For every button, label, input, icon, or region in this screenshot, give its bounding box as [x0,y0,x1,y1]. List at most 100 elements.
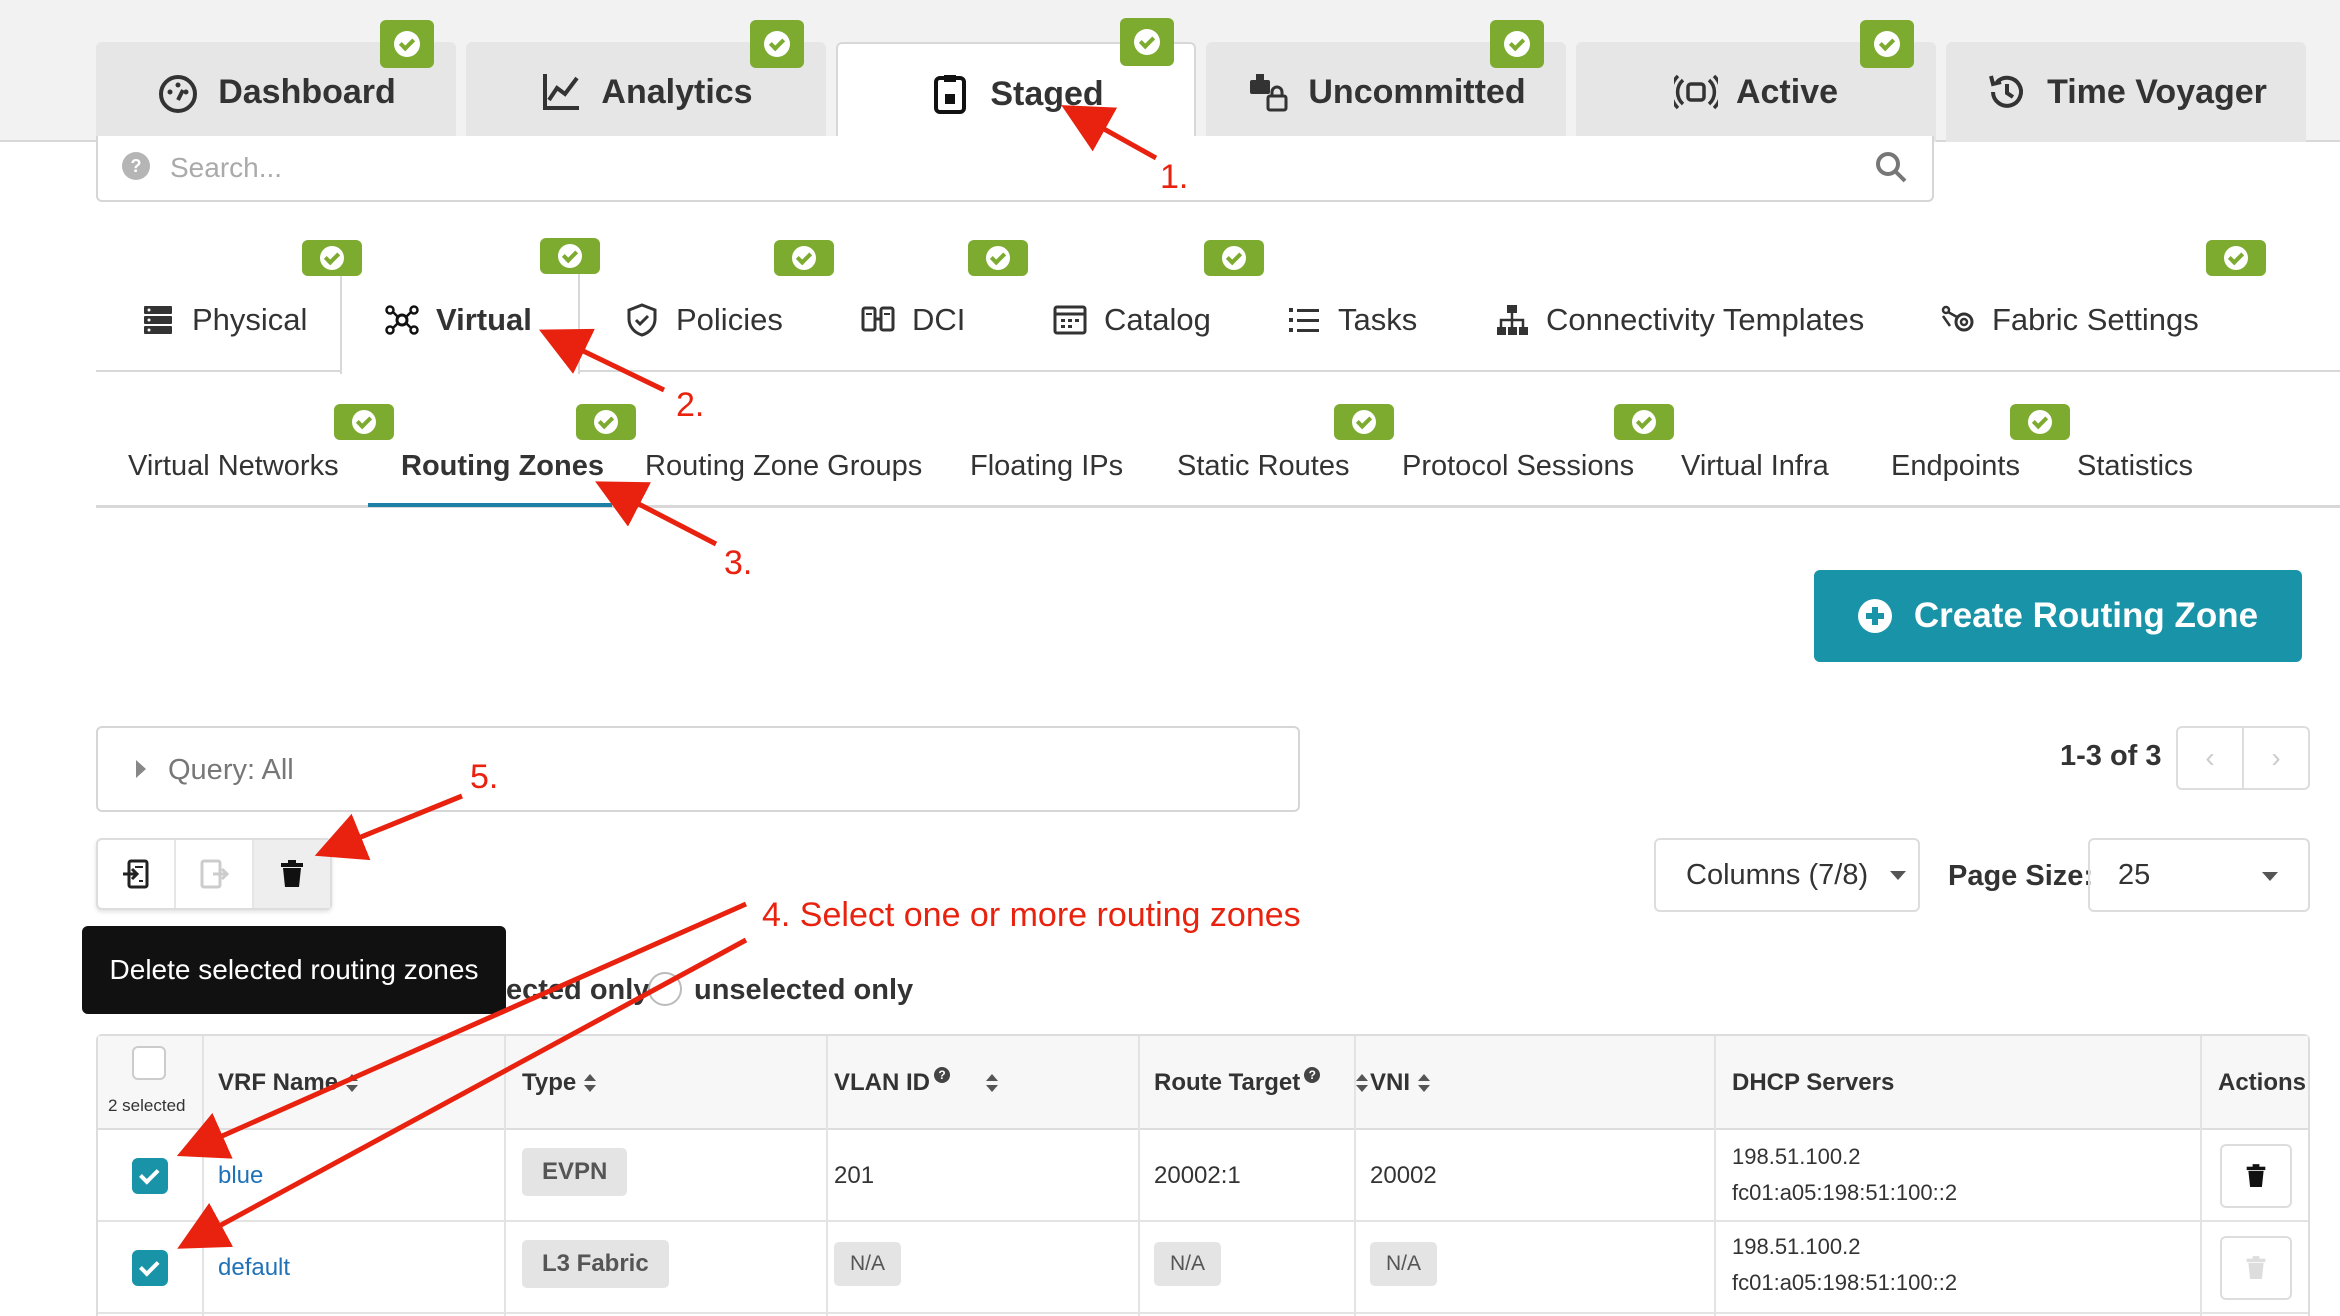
status-check-icon [1614,404,1674,440]
tab-protocol-sessions[interactable]: Protocol Sessions [1402,450,1634,483]
status-check-icon [1120,18,1174,66]
sort-icon [1418,1074,1431,1092]
column-header-vni[interactable]: VNI [1370,1036,1431,1130]
dhcp-server-ipv6: fc01:a05:198:51:100::2 [1732,1270,1958,1295]
help-icon[interactable]: ? [120,150,152,182]
hierarchy-icon [1497,305,1528,335]
status-check-icon [774,240,834,276]
tab-statistics[interactable]: Statistics [2077,450,2193,483]
column-header-label: Route Target [1154,1069,1301,1096]
status-check-icon [334,404,394,440]
tab-fabric-settings[interactable]: Fabric Settings [1940,292,2199,348]
help-icon[interactable]: ? [934,1067,950,1083]
tab-physical[interactable]: Physical [140,292,307,348]
column-header-vlan-id[interactable]: VLAN ID? [834,1036,998,1130]
status-check-icon [380,20,434,68]
tab-time-voyager-label: Time Voyager [2047,72,2267,111]
row-checkbox[interactable] [132,1250,168,1286]
annotation-step-3: 3. [724,544,753,582]
pagination-summary: 1-3 of 3 [2060,740,2162,772]
server-icon [144,306,172,334]
column-header-type[interactable]: Type [522,1036,597,1130]
create-routing-zone-button[interactable]: Create Routing Zone [1814,570,2302,662]
status-check-icon [540,238,600,274]
column-header-vrf-name[interactable]: VRF Name [218,1036,359,1130]
tab-virtual-infra[interactable]: Virtual Infra [1681,450,1829,483]
bulk-import-button[interactable] [98,840,174,908]
routing-zones-table: 2 selected VRF Name Type VLAN ID? Route … [96,1034,2310,1316]
tab-fabric-settings-label: Fabric Settings [1992,302,2199,337]
filter-unselected-only-label[interactable]: unselected only [694,974,913,1007]
catalog-icon [1053,305,1087,335]
bulk-delete-button[interactable] [252,840,330,908]
route-target-cell: 20002:1 [1154,1162,1241,1189]
status-check-icon [1860,20,1914,68]
search-bar: ? [96,136,1934,202]
query-filter[interactable]: Query: All [96,726,1300,812]
tab-floating-ips[interactable]: Floating IPs [970,450,1123,483]
vrf-name-link[interactable]: default [218,1254,290,1282]
columns-dropdown-label: Columns (7/8) [1686,858,1869,891]
dhcp-server-ipv4: 198.51.100.2 [1732,1234,1861,1259]
trash-icon [281,860,303,887]
list-icon [1289,308,1319,332]
tab-virtual[interactable]: Virtual [384,292,532,348]
tab-dci-label: DCI [912,302,966,337]
tab-policies[interactable]: Policies [624,292,783,348]
filter-selected-only-label[interactable]: ected only [506,974,649,1007]
tab-uncommitted-label: Uncommitted [1308,72,1526,111]
search-input[interactable] [170,146,1770,190]
tab-dci[interactable]: DCI [860,292,965,348]
delete-row-button-disabled[interactable] [2220,1236,2292,1300]
select-all-checkbox[interactable] [132,1046,166,1080]
bulk-edit-button[interactable] [174,840,252,908]
column-header-label: VLAN ID [834,1069,930,1096]
column-header-label: Actions [2218,1069,2307,1096]
vni-na-badge: N/A [1370,1242,1438,1286]
page-size-dropdown[interactable]: 25 [2088,838,2310,912]
vlan-id-na-badge: N/A [834,1242,902,1286]
selected-count: 2 selected [108,1096,186,1115]
status-check-icon [968,240,1028,276]
next-page-button[interactable]: › [2242,728,2308,788]
prev-page-button[interactable]: ‹ [2178,728,2242,788]
tab-time-voyager[interactable]: Time Voyager [1946,42,2306,142]
radio-unselected-only[interactable] [648,972,682,1006]
dhcp-server-ipv6: fc01:a05:198:51:100::2 [1732,1180,1958,1205]
column-header-route-target[interactable]: Route Target? [1154,1036,1369,1130]
tab-connectivity-templates[interactable]: Connectivity Templates [1494,292,1864,348]
caret-down-icon [1890,870,1907,880]
create-routing-zone-label: Create Routing Zone [1913,596,2259,635]
trash-icon [2246,1164,2266,1187]
tab-connectivity-templates-label: Connectivity Templates [1546,302,1865,337]
status-check-icon [1490,20,1544,68]
trash-icon [2246,1256,2266,1279]
tab-routing-zone-groups[interactable]: Routing Zone Groups [645,450,922,483]
annotation-step-5: 5. [470,758,499,796]
fabric-settings-icon [1941,305,1974,332]
columns-dropdown[interactable]: Columns (7/8) [1654,838,1920,912]
column-header-label: DHCP Servers [1732,1069,1895,1096]
tab-catalog[interactable]: Catalog [1052,292,1211,348]
page-size-value: 25 [2118,858,2151,891]
table-row: blue EVPN 201 20002:1 20002 198.51.100.2… [98,1130,2308,1222]
column-header-actions: Actions [2218,1036,2306,1130]
sort-icon [584,1074,597,1092]
tab-routing-zones[interactable]: Routing Zones [401,450,604,483]
tab-catalog-label: Catalog [1104,302,1211,337]
bulk-actions-toolbar [96,838,332,910]
help-icon[interactable]: ? [1304,1067,1321,1083]
tab-endpoints[interactable]: Endpoints [1891,450,2020,483]
dashboard-gauge-icon [159,75,198,113]
table-row: default L3 Fabric N/A N/A N/A 198.51.100… [98,1222,2308,1314]
status-check-icon [2010,404,2070,440]
tab-static-routes[interactable]: Static Routes [1177,450,1349,483]
tab-virtual-networks[interactable]: Virtual Networks [128,450,339,483]
tab-tasks[interactable]: Tasks [1286,292,1417,348]
status-check-icon [1204,240,1264,276]
vrf-name-link[interactable]: blue [218,1162,263,1190]
row-checkbox[interactable] [132,1158,168,1194]
delete-row-button[interactable] [2220,1144,2292,1208]
vlan-id-cell: 201 [834,1162,875,1189]
search-icon[interactable] [1874,150,1908,184]
